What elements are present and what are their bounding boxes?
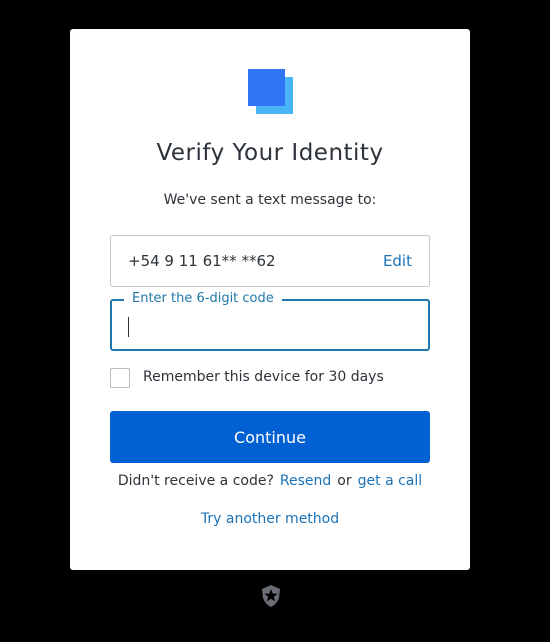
remember-device-checkbox[interactable] xyxy=(110,368,130,388)
continue-button[interactable]: Continue xyxy=(110,411,430,463)
phone-number: +54 9 11 61** **62 xyxy=(128,252,276,270)
brand-cube-icon xyxy=(248,69,293,114)
edit-phone-link[interactable]: Edit xyxy=(383,252,412,270)
page-subtitle: We've sent a text message to: xyxy=(163,192,377,208)
text-caret xyxy=(128,317,129,337)
login-card: Verify Your Identity We've sent a text m… xyxy=(70,29,470,570)
code-field: Enter the 6-digit code xyxy=(110,291,430,351)
resend-line: Didn't receive a code? Resend or get a call xyxy=(70,473,470,489)
code-input[interactable] xyxy=(112,301,428,349)
page-title: Verify Your Identity xyxy=(156,140,384,166)
try-another-method-link[interactable]: Try another method xyxy=(70,511,470,527)
resend-link[interactable]: Resend xyxy=(280,473,331,489)
code-input-label: Enter the 6-digit code xyxy=(124,291,282,307)
get-a-call-link[interactable]: get a call xyxy=(358,473,423,489)
remember-device-label[interactable]: Remember this device for 30 days xyxy=(143,369,384,385)
resend-prompt: Didn't receive a code? xyxy=(117,473,274,489)
or-text: or xyxy=(337,473,352,489)
phone-display: +54 9 11 61** **62 Edit xyxy=(110,235,430,287)
auth0-shield-icon xyxy=(262,585,280,607)
